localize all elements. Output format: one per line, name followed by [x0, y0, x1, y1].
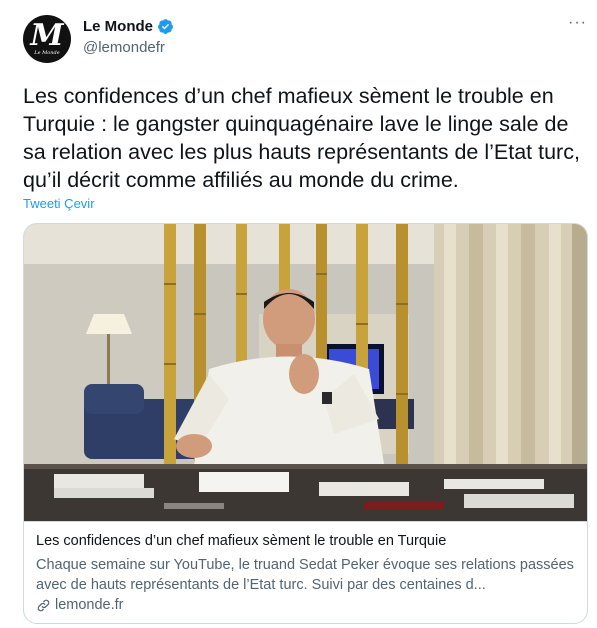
verified-badge-icon: [158, 19, 173, 34]
card-domain-row: lemonde.fr: [36, 597, 124, 613]
avatar-caption: Le Monde: [34, 50, 60, 56]
avatar[interactable]: M Le Monde: [23, 15, 71, 63]
card-text-area[interactable]: Les confidences d’un chef mafieux sèment…: [24, 521, 587, 623]
link-icon: [37, 599, 50, 611]
card-title: Les confidences d’un chef mafieux sèment…: [36, 533, 447, 549]
card-domain: lemonde.fr: [55, 597, 124, 613]
card-description: Chaque semaine sur YouTube, le truand Se…: [36, 557, 574, 593]
card-image[interactable]: [24, 224, 587, 521]
display-name[interactable]: Le Monde: [83, 18, 153, 35]
tweet-text: Les confidences d’un chef mafieux sèment…: [23, 84, 580, 192]
tweet: M Le Monde Le Monde @lemondefr ··· Les c…: [0, 0, 597, 628]
author-name-row: Le Monde: [83, 18, 174, 35]
more-options-icon[interactable]: ···: [568, 15, 590, 34]
link-card[interactable]: Les confidences d’un chef mafieux sèment…: [23, 223, 588, 624]
translate-tweet-link[interactable]: Tweeti Çevir: [23, 196, 95, 211]
handle[interactable]: @lemondefr: [83, 39, 165, 56]
avatar-letter: M: [30, 18, 64, 53]
